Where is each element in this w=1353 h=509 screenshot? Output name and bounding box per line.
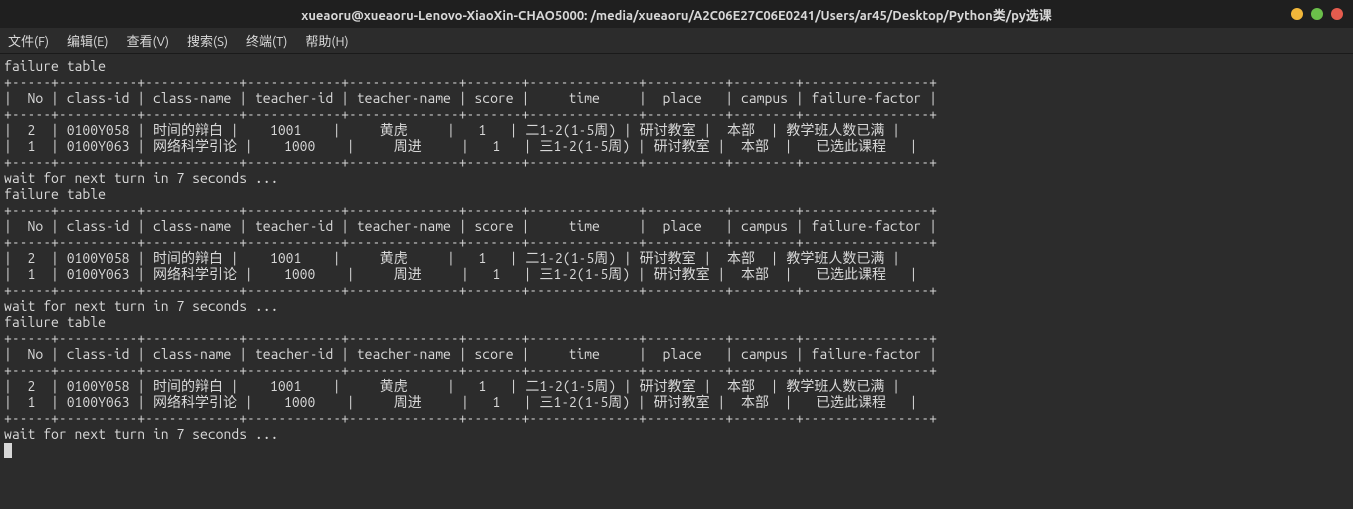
table-sep: +-----+----------+------------+---------… bbox=[4, 202, 937, 218]
output-line: wait for next turn in 7 seconds ... bbox=[4, 426, 278, 442]
window-title: xueaoru@xueaoru-Lenovo-XiaoXin-CHAO5000:… bbox=[301, 5, 1051, 24]
table-sep: +-----+----------+------------+---------… bbox=[4, 362, 937, 378]
minimize-icon[interactable] bbox=[1291, 8, 1303, 20]
table-row: | 1 | 0100Y063 | 网络科学引论 | 1000 | 周进 | 1 … bbox=[4, 394, 917, 410]
menu-help[interactable]: 帮助(H) bbox=[305, 31, 348, 50]
table-sep: +-----+----------+------------+---------… bbox=[4, 74, 937, 90]
table-row: | 2 | 0100Y058 | 时间的辩白 | 1001 | 黄虎 | 1 |… bbox=[4, 378, 900, 394]
table-header: | No | class-id | class-name | teacher-i… bbox=[4, 346, 937, 362]
output-line: failure table bbox=[4, 58, 106, 74]
terminal-output[interactable]: failure table +-----+----------+--------… bbox=[0, 54, 1353, 462]
maximize-icon[interactable] bbox=[1311, 8, 1323, 20]
table-sep: +-----+----------+------------+---------… bbox=[4, 234, 937, 250]
window-controls bbox=[1291, 8, 1343, 20]
menu-view[interactable]: 查看(V) bbox=[127, 31, 169, 50]
menubar: 文件(F) 编辑(E) 查看(V) 搜索(S) 终端(T) 帮助(H) bbox=[0, 28, 1353, 54]
menu-edit[interactable]: 编辑(E) bbox=[67, 31, 108, 50]
output-line: wait for next turn in 7 seconds ... bbox=[4, 170, 278, 186]
table-row: | 2 | 0100Y058 | 时间的辩白 | 1001 | 黄虎 | 1 |… bbox=[4, 250, 900, 266]
output-line: wait for next turn in 7 seconds ... bbox=[4, 298, 278, 314]
table-row: | 1 | 0100Y063 | 网络科学引论 | 1000 | 周进 | 1 … bbox=[4, 266, 917, 282]
table-row: | 1 | 0100Y063 | 网络科学引论 | 1000 | 周进 | 1 … bbox=[4, 138, 917, 154]
output-line: failure table bbox=[4, 186, 106, 202]
table-header: | No | class-id | class-name | teacher-i… bbox=[4, 90, 937, 106]
table-sep: +-----+----------+------------+---------… bbox=[4, 106, 937, 122]
output-line: failure table bbox=[4, 314, 106, 330]
table-header: | No | class-id | class-name | teacher-i… bbox=[4, 218, 937, 234]
titlebar: xueaoru@xueaoru-Lenovo-XiaoXin-CHAO5000:… bbox=[0, 0, 1353, 28]
table-row: | 2 | 0100Y058 | 时间的辩白 | 1001 | 黄虎 | 1 |… bbox=[4, 122, 900, 138]
table-sep: +-----+----------+------------+---------… bbox=[4, 282, 937, 298]
table-sep: +-----+----------+------------+---------… bbox=[4, 330, 937, 346]
table-sep: +-----+----------+------------+---------… bbox=[4, 410, 937, 426]
table-sep: +-----+----------+------------+---------… bbox=[4, 154, 937, 170]
close-icon[interactable] bbox=[1331, 8, 1343, 20]
cursor-icon bbox=[4, 443, 12, 458]
menu-search[interactable]: 搜索(S) bbox=[187, 31, 228, 50]
menu-terminal[interactable]: 终端(T) bbox=[246, 31, 287, 50]
menu-file[interactable]: 文件(F) bbox=[8, 31, 49, 50]
